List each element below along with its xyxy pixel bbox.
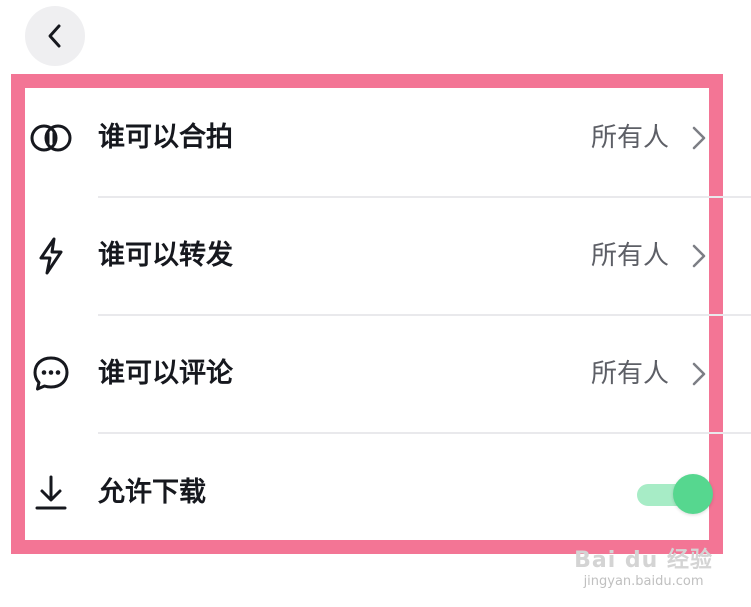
settings-row-duet[interactable]: 谁可以合拍 所有人 [25,79,721,197]
download-icon [30,472,72,514]
chevron-right-icon [692,244,706,268]
settings-row-value: 所有人 [590,241,669,271]
watermark-brand: Bai du 经验 [574,548,713,573]
chevron-right-icon [692,362,706,386]
allow-download-toggle[interactable] [637,474,713,514]
settings-row-label: 谁可以评论 [98,358,233,389]
settings-row-comment[interactable]: 谁可以评论 所有人 [25,315,721,433]
settings-row-label: 谁可以合拍 [98,122,233,153]
settings-row-label: 谁可以转发 [98,240,233,271]
toggle-knob [673,474,713,514]
chevron-right-icon [692,126,706,150]
duet-icon [30,117,72,159]
lightning-icon [30,235,72,277]
watermark: Bai du 经验 jingyan.baidu.com [574,542,713,589]
settings-row-value: 所有人 [590,359,669,389]
settings-row-label: 允许下载 [98,477,206,508]
comment-icon [30,353,72,395]
back-button[interactable] [25,6,85,66]
settings-row-value: 所有人 [590,123,669,153]
page: 谁可以合拍 所有人 谁可以转发 所有人 谁可以评论 所有人 允许下载 Bai d… [0,0,751,607]
watermark-url: jingyan.baidu.com [583,574,704,589]
settings-row-download: 允许下载 [25,434,721,552]
chevron-left-icon [48,24,61,48]
settings-row-repost[interactable]: 谁可以转发 所有人 [25,197,721,315]
